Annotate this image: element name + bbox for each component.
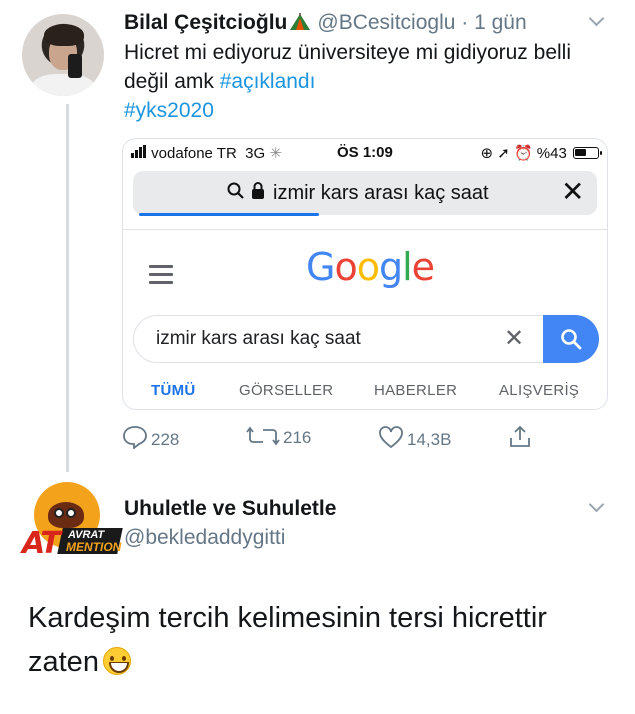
- reply-icon: [123, 426, 147, 450]
- location-icon: ➚: [497, 145, 510, 162]
- rotation-lock-icon: ⊕: [480, 145, 494, 162]
- retweet-icon: [246, 426, 280, 446]
- google-logo-letter: e: [411, 245, 435, 289]
- alarm-icon: ⏰: [513, 145, 533, 162]
- google-tabs: TÜMÜ GÖRSELLER HABERLER ALIŞVERİŞ: [123, 382, 607, 402]
- loading-icon: ✳: [269, 145, 282, 162]
- tab-shopping[interactable]: ALIŞVERİŞ: [499, 382, 579, 399]
- network-type: 3G: [245, 145, 266, 162]
- thread-line: [66, 104, 69, 472]
- clear-icon[interactable]: ✕: [504, 324, 524, 353]
- google-logo-letter: g: [378, 245, 403, 289]
- handle[interactable]: @bekledaddygitti: [124, 526, 285, 550]
- tab-images[interactable]: GÖRSELLER: [239, 382, 333, 399]
- avatar-hair: [44, 24, 84, 46]
- tent-icon: [289, 12, 311, 38]
- google-logo-letter: l: [402, 245, 413, 289]
- avatar-eye: [66, 508, 76, 518]
- display-name[interactable]: Bilal Çeşitcioğlu: [124, 11, 287, 34]
- avatar-shirt: [32, 74, 94, 96]
- status-bar: vodafone TR 3G ✳ ÖS 1:09 ⊕ ➚ ⏰ %43: [123, 139, 607, 167]
- signal-icon: [131, 145, 147, 162]
- google-logo-letter: G: [306, 245, 335, 289]
- avatar[interactable]: AT AVRAT MENTION: [20, 482, 123, 568]
- search-button[interactable]: [543, 315, 599, 363]
- chevron-down-icon[interactable]: [588, 496, 605, 513]
- like-count: 14,3B: [407, 430, 452, 449]
- close-icon[interactable]: ✕: [561, 177, 584, 207]
- retweet-button[interactable]: 216: [246, 425, 311, 448]
- tweet-actions: 228 216 14,3B: [122, 425, 602, 451]
- page-load-progress: [139, 213, 319, 216]
- like-button[interactable]: 14,3B: [378, 425, 451, 450]
- display-name[interactable]: Uhuletle ve Suhuletle: [124, 497, 336, 521]
- address-bar[interactable]: izmir kars arası kaç saat ✕: [133, 171, 597, 215]
- avatar-phone: [68, 54, 82, 78]
- hashtag-link[interactable]: #açıklandı: [220, 70, 316, 93]
- reply-button[interactable]: 228: [122, 425, 179, 450]
- hashtag-link[interactable]: #yks2020: [124, 99, 214, 122]
- battery-icon: [573, 147, 602, 159]
- avatar[interactable]: [22, 14, 104, 96]
- tweet-header: Bilal Çeşitcioğlu @BCesitcioglu · 1 gün: [124, 10, 527, 38]
- retweet-count: 216: [283, 428, 312, 447]
- lock-icon: [251, 182, 265, 205]
- separator: ·: [461, 11, 469, 34]
- tweet-body: Hicret mi ediyoruz üniversiteye mi gidiy…: [124, 41, 571, 93]
- timestamp[interactable]: 1 gün: [474, 11, 527, 34]
- chevron-down-icon[interactable]: [588, 10, 605, 27]
- clock: ÖS 1:09: [337, 144, 393, 161]
- share-button[interactable]: [508, 425, 535, 450]
- share-icon: [510, 425, 530, 447]
- heart-icon: [379, 426, 403, 449]
- avatar-logo-text: AT: [22, 526, 61, 561]
- tab-all[interactable]: TÜMÜ: [151, 382, 196, 399]
- tweet-text: Hicret mi ediyoruz üniversiteye mi gidiy…: [124, 38, 604, 125]
- reply-count: 228: [151, 430, 180, 449]
- google-search-box[interactable]: izmir kars arası kaç saat ✕: [133, 315, 599, 363]
- avatar-logo-text: MENTION: [66, 540, 122, 554]
- google-logo-letter: o: [334, 245, 357, 289]
- attached-image[interactable]: vodafone TR 3G ✳ ÖS 1:09 ⊕ ➚ ⏰ %43 izmir…: [122, 138, 608, 410]
- url-text: izmir kars arası kaç saat: [273, 182, 489, 204]
- google-logo: Google: [306, 245, 435, 289]
- menu-icon[interactable]: [149, 265, 173, 289]
- divider: [123, 229, 607, 230]
- tweet-text: Kardeşim tercih kelimesinin tersi hicret…: [28, 596, 618, 684]
- battery-percent: %43: [536, 145, 567, 162]
- avatar-eye: [54, 508, 64, 518]
- search-icon: [227, 182, 245, 205]
- search-query: izmir kars arası kaç saat: [156, 328, 361, 349]
- handle[interactable]: @BCesitcioglu: [317, 11, 455, 34]
- grinning-face-icon: [102, 647, 131, 675]
- carrier: vodafone TR: [151, 145, 237, 162]
- google-logo-letter: o: [356, 245, 380, 289]
- tab-news[interactable]: HABERLER: [374, 382, 457, 399]
